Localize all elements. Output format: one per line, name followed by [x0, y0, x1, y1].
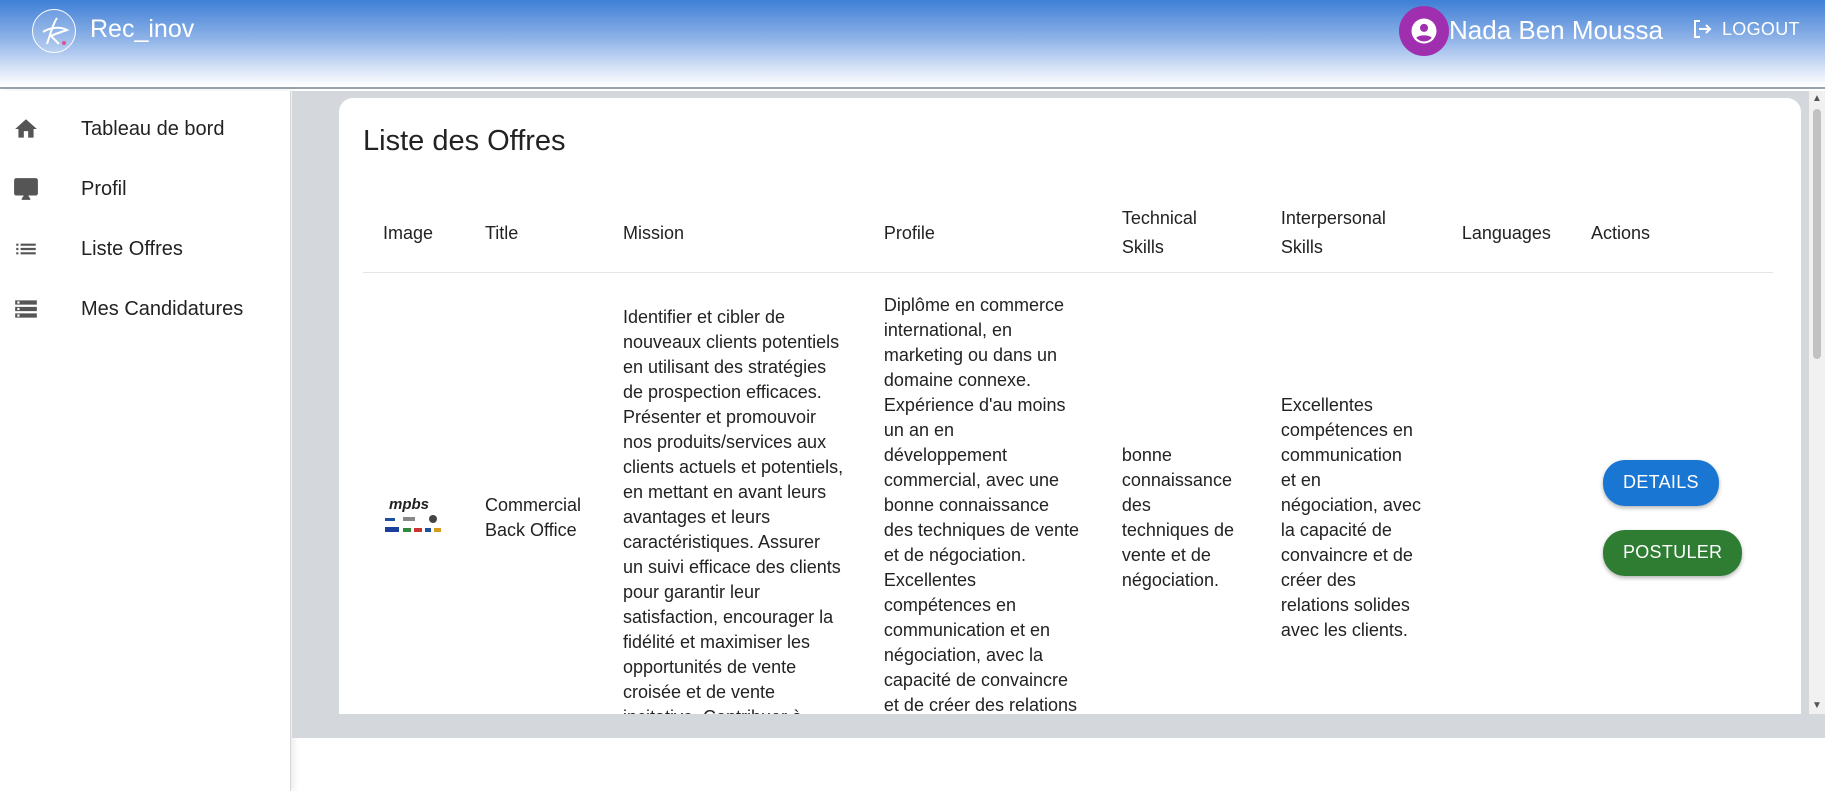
column-header-title: Title — [464, 195, 603, 273]
cell-title: Commercial Back Office — [484, 494, 581, 540]
sidebar-item-profil[interactable]: Profil — [0, 161, 291, 217]
table-header-row: Image Title Mission Profile Technical Sk… — [363, 195, 1773, 273]
cell-interpersonal-skills: Excellentes compétences en communication… — [1280, 394, 1421, 640]
account-circle-icon — [1411, 18, 1437, 44]
monitor-icon — [14, 178, 38, 200]
sidebar-item-label: Liste Offres — [81, 237, 183, 260]
home-icon — [15, 119, 37, 138]
sidebar-item-label: Mes Candidatures — [81, 297, 244, 320]
table-row: mpbs Commercial Back Office Identifier e… — [363, 272, 1773, 714]
cell-technical-skills: bonne connaissance des techniques de ven… — [1121, 444, 1234, 590]
vertical-scrollbar[interactable]: ▲ ▼ — [1809, 91, 1825, 714]
column-header-languages: Languages — [1441, 195, 1571, 273]
app-header: Rec_inov Nada Ben Moussa LOGOUT — [0, 0, 1825, 89]
list-icon — [16, 243, 36, 255]
logout-button[interactable]: LOGOUT — [1690, 14, 1800, 44]
cell-mission: Identifier et cibler de nouveaux clients… — [622, 307, 844, 714]
column-header-image: Image — [363, 195, 465, 273]
user-name: Nada Ben Moussa — [1449, 15, 1663, 45]
column-header-actions: Actions — [1570, 195, 1773, 273]
cell-languages — [1442, 272, 1571, 714]
column-header-mission: Mission — [602, 195, 864, 273]
details-button[interactable]: DETAILS — [1602, 459, 1719, 506]
app-title[interactable]: Rec_inov — [90, 15, 194, 44]
cell-profile: Diplôme en commerce international, en ma… — [883, 294, 1080, 715]
sidebar-item-tableau-de-bord[interactable]: Tableau de bord — [0, 101, 291, 157]
storage-icon — [15, 300, 37, 318]
logout-label: LOGOUT — [1722, 18, 1800, 39]
logout-icon — [1694, 20, 1712, 38]
scroll-down-icon[interactable]: ▼ — [1809, 698, 1825, 714]
page-title: Liste des Offres — [363, 125, 566, 157]
scroll-up-icon[interactable]: ▲ — [1809, 91, 1825, 107]
cell-image: mpbs — [363, 272, 465, 714]
sidebar-item-label: Tableau de bord — [81, 117, 225, 140]
sidebar-item-mes-candidatures[interactable]: Mes Candidatures — [0, 281, 291, 337]
app-logo[interactable] — [32, 9, 76, 53]
main-content: Liste des Offres Image Title Mission Pro… — [292, 91, 1825, 738]
column-header-technical-skills: Technical Skills — [1101, 195, 1261, 273]
column-header-profile: Profile — [863, 195, 1102, 273]
sidebar: Tableau de bord Profil Liste Offres Mes … — [0, 91, 291, 791]
offers-card: Liste des Offres Image Title Mission Pro… — [339, 98, 1801, 714]
column-header-interpersonal-skills: Interpersonal Skills — [1260, 195, 1442, 273]
user-avatar[interactable] — [1399, 6, 1449, 56]
svg-text:mpbs: mpbs — [389, 496, 429, 513]
offers-table: Image Title Mission Profile Technical Sk… — [363, 195, 1773, 714]
cell-actions: DETAILS POSTULER — [1571, 272, 1773, 714]
sidebar-item-label: Profil — [81, 177, 127, 200]
scrollbar-thumb[interactable] — [1813, 109, 1821, 359]
postuler-button[interactable]: POSTULER — [1602, 529, 1742, 576]
sidebar-item-liste-offres[interactable]: Liste Offres — [0, 221, 291, 277]
company-logo: mpbs — [385, 496, 441, 532]
